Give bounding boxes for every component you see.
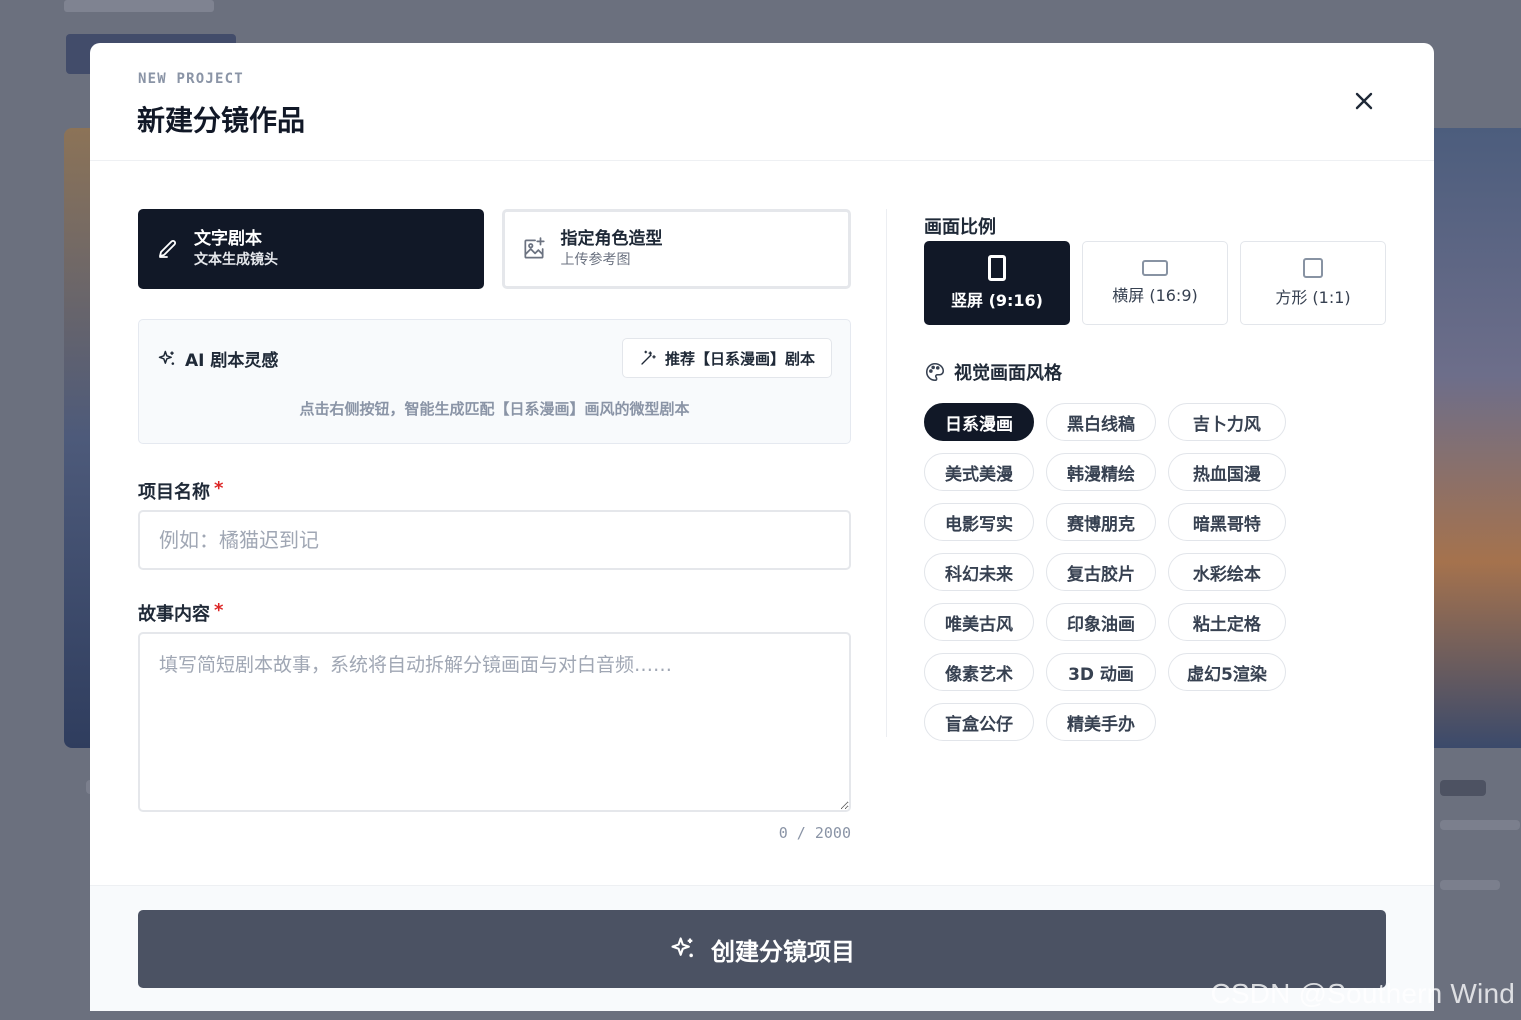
ratio-portrait-option[interactable]: 竖屏 (9:16) [924, 241, 1070, 325]
mode-subtitle: 上传参考图 [560, 252, 631, 268]
project-name-label-text: 项目名称 [138, 482, 210, 503]
close-icon [1355, 92, 1373, 110]
style-chip[interactable]: 黑白线稿 [1046, 403, 1156, 441]
image-plus-icon [523, 237, 545, 259]
modal-header: NEW PROJECT 新建分镜作品 [90, 43, 1434, 161]
background-text [1440, 820, 1520, 830]
style-chip[interactable]: 热血国漫 [1168, 453, 1286, 491]
required-mark: * [214, 478, 224, 499]
style-chip[interactable]: 水彩绘本 [1168, 553, 1286, 591]
aspect-ratio-label: 画面比例 [924, 217, 996, 238]
close-button[interactable] [1346, 83, 1382, 119]
right-column: 画面比例 竖屏 (9:16) 横屏 (16:9) 方形 (1:1) 视觉画面风格… [886, 209, 1386, 741]
mode-selector: 文字剧本 文本生成镜头 指定角色造型 上传参考图 [138, 209, 851, 289]
portrait-icon [988, 255, 1006, 281]
character-count: 0 / 2000 [778, 824, 851, 842]
project-name-label: 项目名称 * [138, 478, 851, 504]
create-project-label: 创建分镜项目 [711, 937, 855, 966]
style-chip[interactable]: 复古胶片 [1046, 553, 1156, 591]
style-chip[interactable]: 吉卜力风 [1168, 403, 1286, 441]
left-column: 文字剧本 文本生成镜头 指定角色造型 上传参考图 AI 剧本灵感 推荐【日系漫画… [138, 209, 851, 842]
style-chip[interactable]: 3D 动画 [1046, 653, 1156, 691]
style-chip[interactable]: 赛博朋克 [1046, 503, 1156, 541]
watermark: CSDN @Southern Wind [1210, 978, 1515, 1009]
modal-eyebrow: NEW PROJECT [138, 71, 244, 87]
story-content-label-text: 故事内容 [138, 604, 210, 625]
style-chip[interactable]: 印象油画 [1046, 603, 1156, 641]
ai-inspiration-hint: 点击右侧按钮，智能生成匹配【日系漫画】画风的微型剧本 [299, 400, 690, 418]
style-chip[interactable]: 韩漫精绘 [1046, 453, 1156, 491]
mode-text-script-text: 文字剧本 文本生成镜头 [194, 228, 278, 270]
square-icon [1303, 258, 1323, 278]
style-chip[interactable]: 像素艺术 [924, 653, 1034, 691]
visual-style-options: 日系漫画 黑白线稿 吉卜力风美式美漫 韩漫精绘 热血国漫电影写实 赛博朋克 暗黑哥特科幻未来… [924, 403, 1386, 741]
style-chip[interactable]: 电影写实 [924, 503, 1034, 541]
create-project-button[interactable]: 创建分镜项目 [138, 910, 1386, 988]
style-chip[interactable]: 暗黑哥特 [1168, 503, 1286, 541]
sparkle-icon [158, 350, 175, 365]
ratio-square-option[interactable]: 方形 (1:1) [1240, 241, 1386, 325]
mode-title: 指定角色造型 [560, 229, 663, 249]
style-chip[interactable]: 虚幻5渲染 [1168, 653, 1286, 691]
sparkle-icon [671, 937, 693, 958]
visual-style-heading: 视觉画面风格 [924, 359, 1386, 385]
ai-inspiration-panel: AI 剧本灵感 推荐【日系漫画】剧本 点击右侧按钮，智能生成匹配【日系漫画】画风… [138, 319, 851, 444]
background-text [1440, 780, 1486, 796]
ai-inspiration-heading: AI 剧本灵感 [157, 346, 278, 371]
style-chip[interactable]: 日系漫画 [924, 403, 1034, 441]
background-breadcrumb [64, 0, 214, 12]
modal-title: 新建分镜作品 [137, 104, 306, 137]
aspect-ratio-options: 竖屏 (9:16) 横屏 (16:9) 方形 (1:1) [924, 241, 1386, 325]
background-card [1434, 128, 1521, 748]
palette-icon [926, 362, 945, 382]
required-mark: * [214, 600, 224, 621]
mode-character-reference[interactable]: 指定角色造型 上传参考图 [501, 209, 851, 289]
style-chip[interactable]: 唯美古风 [924, 603, 1034, 641]
style-chip[interactable]: 盲盒公仔 [924, 703, 1034, 741]
style-chip[interactable]: 粘土定格 [1168, 603, 1286, 641]
recommend-script-button[interactable]: 推荐【日系漫画】剧本 [621, 338, 832, 378]
mode-subtitle: 文本生成镜头 [194, 252, 278, 268]
story-content-label: 故事内容 * [138, 600, 851, 626]
recommend-script-label: 推荐【日系漫画】剧本 [664, 349, 815, 368]
visual-style-label: 视觉画面风格 [954, 363, 1062, 384]
ratio-label: 竖屏 (9:16) [951, 291, 1043, 310]
style-chip[interactable]: 美式美漫 [924, 453, 1034, 491]
style-chip[interactable]: 精美手办 [1046, 703, 1156, 741]
mode-character-reference-text: 指定角色造型 上传参考图 [561, 228, 663, 270]
project-name-input[interactable] [138, 510, 851, 570]
landscape-icon [1142, 260, 1168, 276]
pencil-icon [159, 240, 176, 258]
background-text [1440, 880, 1500, 890]
magic-wand-icon [641, 350, 656, 365]
ratio-label: 横屏 (16:9) [1112, 286, 1198, 305]
mode-text-script[interactable]: 文字剧本 文本生成镜头 [138, 209, 484, 289]
ratio-landscape-option[interactable]: 横屏 (16:9) [1082, 241, 1228, 325]
ai-inspiration-title: AI 剧本灵感 [185, 351, 279, 371]
new-project-modal: NEW PROJECT 新建分镜作品 文字剧本 文本生成镜头 指定角色造型 上传… [90, 43, 1434, 1011]
ratio-label: 方形 (1:1) [1275, 288, 1351, 307]
mode-title: 文字剧本 [194, 229, 262, 249]
style-chip[interactable]: 科幻未来 [924, 553, 1034, 591]
story-content-textarea[interactable] [138, 632, 851, 812]
